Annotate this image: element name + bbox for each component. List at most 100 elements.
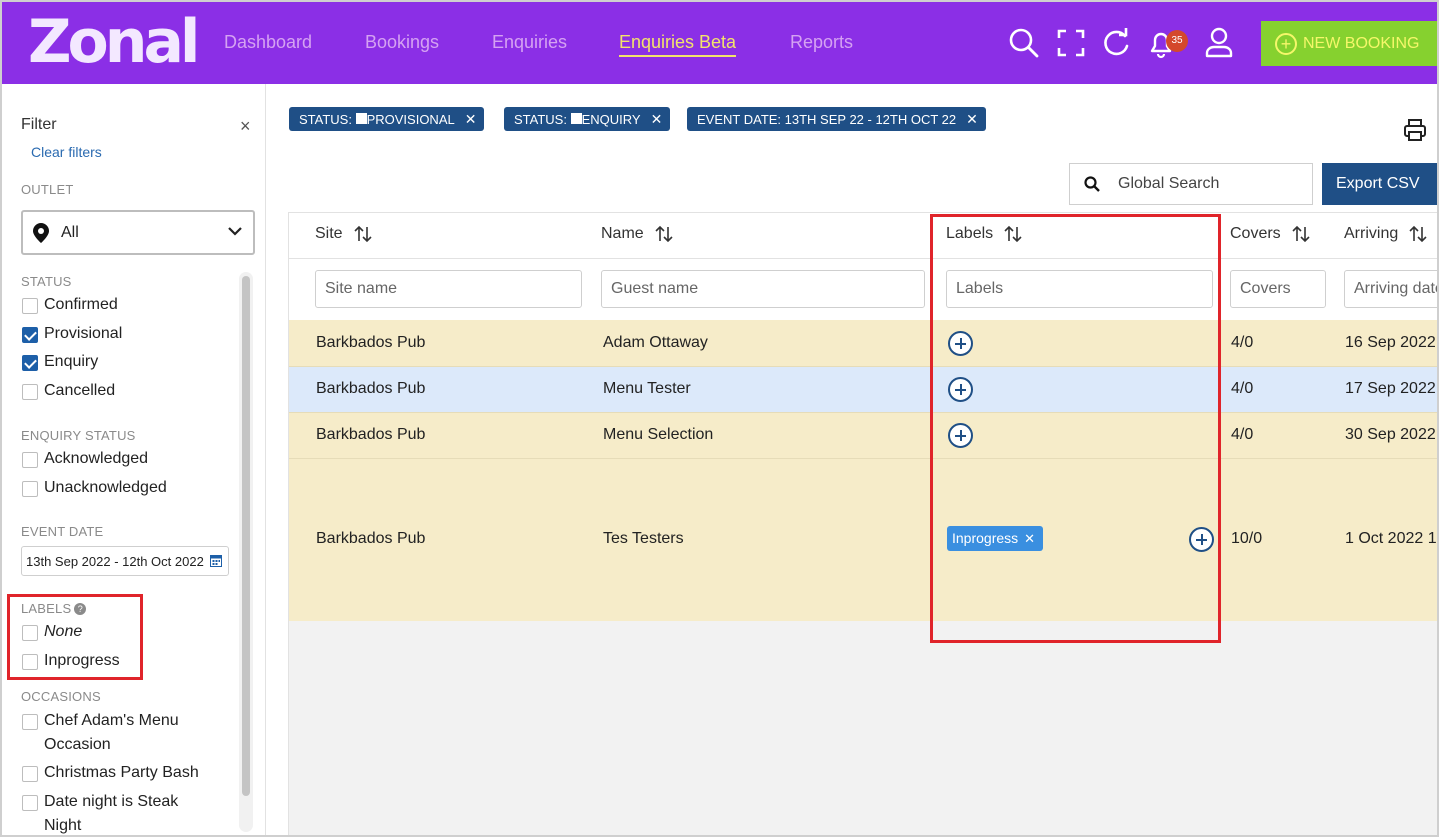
remove-filter-icon[interactable]: ✕ (465, 111, 477, 128)
chip-text: STATUS: ENQUIRY (514, 112, 641, 127)
cell-arriving: 16 Sep 2022 12:00 (1345, 334, 1437, 351)
sort-icon[interactable] (353, 224, 373, 244)
table-empty-area (289, 621, 1437, 835)
row-divider (289, 458, 1437, 459)
print-icon[interactable] (1402, 118, 1428, 142)
cell-name[interactable]: Menu Selection (603, 426, 713, 444)
cell-arriving: 1 Oct 2022 12:00 (1345, 530, 1437, 547)
scrollbar-thumb[interactable] (242, 276, 250, 796)
guest-name-filter-input[interactable]: Guest name (601, 270, 925, 308)
nav-enquiries-beta[interactable]: Enquiries Beta (619, 32, 737, 57)
event-date-input[interactable]: 13th Sep 2022 - 12th Oct 2022 (21, 546, 229, 576)
remove-filter-icon[interactable]: ✕ (966, 111, 978, 128)
status-option-enquiry[interactable]: Enquiry (22, 353, 98, 371)
sort-icon[interactable] (1408, 224, 1428, 244)
status-option-provisional[interactable]: Provisional (22, 325, 122, 343)
occasions-label: OCCASIONS (21, 689, 101, 704)
sidebar-scrollbar[interactable] (239, 272, 253, 832)
option-label: Unacknowledged (44, 479, 167, 496)
global-search-input[interactable]: Global Search (1069, 163, 1313, 205)
column-header-name[interactable]: Name (601, 224, 674, 244)
status-label: STATUS (21, 274, 72, 289)
filter-title: Filter (21, 116, 57, 133)
cell-covers: 4/0 (1231, 380, 1254, 397)
sort-icon[interactable] (1291, 224, 1311, 244)
event-date-value: 13th Sep 2022 - 12th Oct 2022 (26, 554, 204, 569)
event-date-label: EVENT DATE (21, 524, 104, 539)
checkbox[interactable] (22, 795, 38, 811)
option-label: Acknowledged (44, 450, 149, 467)
cell-site: Barkbados Pub (316, 530, 426, 547)
column-header-site[interactable]: Site (315, 224, 373, 244)
column-header-arriving[interactable]: Arriving (1344, 224, 1428, 244)
remove-filter-icon[interactable]: ✕ (651, 111, 663, 128)
new-booking-button[interactable]: + NEW BOOKING (1261, 21, 1437, 66)
occasion-option-chef-adams-menu[interactable]: Chef Adam's Menu Occasion (22, 712, 212, 757)
enquiry-status-unacknowledged[interactable]: Unacknowledged (22, 479, 167, 497)
filter-chip-event-date: EVENT DATE: 13TH SEP 22 - 12TH OCT 22 ✕ (687, 107, 986, 131)
occasion-option-date-night[interactable]: Date night is Steak Night (22, 793, 212, 835)
enquiry-status-acknowledged[interactable]: Acknowledged (22, 450, 148, 468)
cell-name[interactable]: Menu Tester (603, 380, 691, 398)
table-row[interactable] (289, 412, 1437, 458)
cell-covers: 10/0 (1231, 530, 1263, 547)
new-booking-label: NEW BOOKING (1303, 34, 1420, 52)
calendar-icon[interactable] (210, 554, 222, 567)
option-label: Christmas Party Bash (44, 764, 199, 781)
highlight-box-labels-column (930, 214, 1221, 643)
table-row-selected[interactable] (289, 366, 1437, 412)
status-option-cancelled[interactable]: Cancelled (22, 382, 115, 400)
cell-site: Barkbados Pub (316, 380, 426, 397)
column-header-covers[interactable]: Covers (1230, 224, 1311, 244)
nav-bookings[interactable]: Bookings (365, 32, 439, 53)
cell-arriving: 30 Sep 2022 12:00 (1345, 426, 1437, 443)
notification-badge: 35 (1166, 30, 1188, 52)
nav-enquiries[interactable]: Enquiries (492, 32, 567, 53)
cell-covers: 4/0 (1231, 426, 1254, 443)
checkbox[interactable] (22, 384, 38, 400)
checkbox-checked[interactable] (22, 355, 38, 371)
clear-filters-link[interactable]: Clear filters (31, 144, 102, 160)
chip-text: STATUS: PROVISIONAL (299, 112, 455, 127)
checkbox[interactable] (22, 714, 38, 730)
checkbox[interactable] (22, 481, 38, 497)
filter-chip-status-provisional: STATUS: PROVISIONAL ✕ (289, 107, 485, 131)
covers-filter-input[interactable]: Covers (1230, 270, 1326, 308)
option-label: Cancelled (44, 382, 116, 399)
user-icon[interactable] (1203, 26, 1235, 60)
filter-sidebar: Filter × Clear filters OUTLET All STATUS… (2, 84, 266, 835)
zonal-logo[interactable]: Zonal (28, 12, 200, 72)
fullscreen-icon[interactable] (1055, 26, 1087, 60)
outlet-value: All (61, 223, 79, 241)
option-label: Enquiry (44, 353, 99, 370)
cell-name[interactable]: Tes Testers (603, 530, 684, 548)
column-title: Covers (1230, 225, 1281, 242)
table-row[interactable] (289, 320, 1437, 366)
export-csv-button[interactable]: Export CSV (1322, 163, 1437, 205)
chip-value: PROVISIONAL (366, 111, 455, 127)
nav-reports[interactable]: Reports (790, 32, 853, 53)
chip-prefix: STATUS: (299, 111, 356, 127)
outlet-select[interactable]: All (21, 210, 255, 255)
checkbox[interactable] (22, 452, 38, 468)
site-name-filter-input[interactable]: Site name (315, 270, 582, 308)
top-navigation-bar: Zonal Dashboard Bookings Enquiries Enqui… (2, 2, 1437, 84)
sort-icon[interactable] (654, 224, 674, 244)
column-title: Arriving (1344, 225, 1399, 242)
checkbox[interactable] (22, 298, 38, 314)
column-title: Name (601, 225, 644, 242)
refresh-icon[interactable] (1100, 26, 1132, 60)
status-option-confirmed[interactable]: Confirmed (22, 296, 118, 314)
table-row[interactable] (289, 458, 1437, 621)
search-placeholder: Global Search (1118, 175, 1220, 192)
cell-name[interactable]: Adam Ottaway (603, 334, 708, 352)
occasion-option-christmas-party-bash[interactable]: Christmas Party Bash (22, 764, 199, 782)
checkbox[interactable] (22, 766, 38, 782)
checkbox-checked[interactable] (22, 327, 38, 343)
row-divider (289, 366, 1437, 367)
close-icon[interactable]: × (240, 116, 251, 137)
arriving-date-filter-input[interactable]: Arriving date (1344, 270, 1437, 308)
column-title: Site (315, 225, 343, 242)
nav-dashboard[interactable]: Dashboard (224, 32, 312, 53)
search-icon[interactable] (1008, 26, 1040, 60)
